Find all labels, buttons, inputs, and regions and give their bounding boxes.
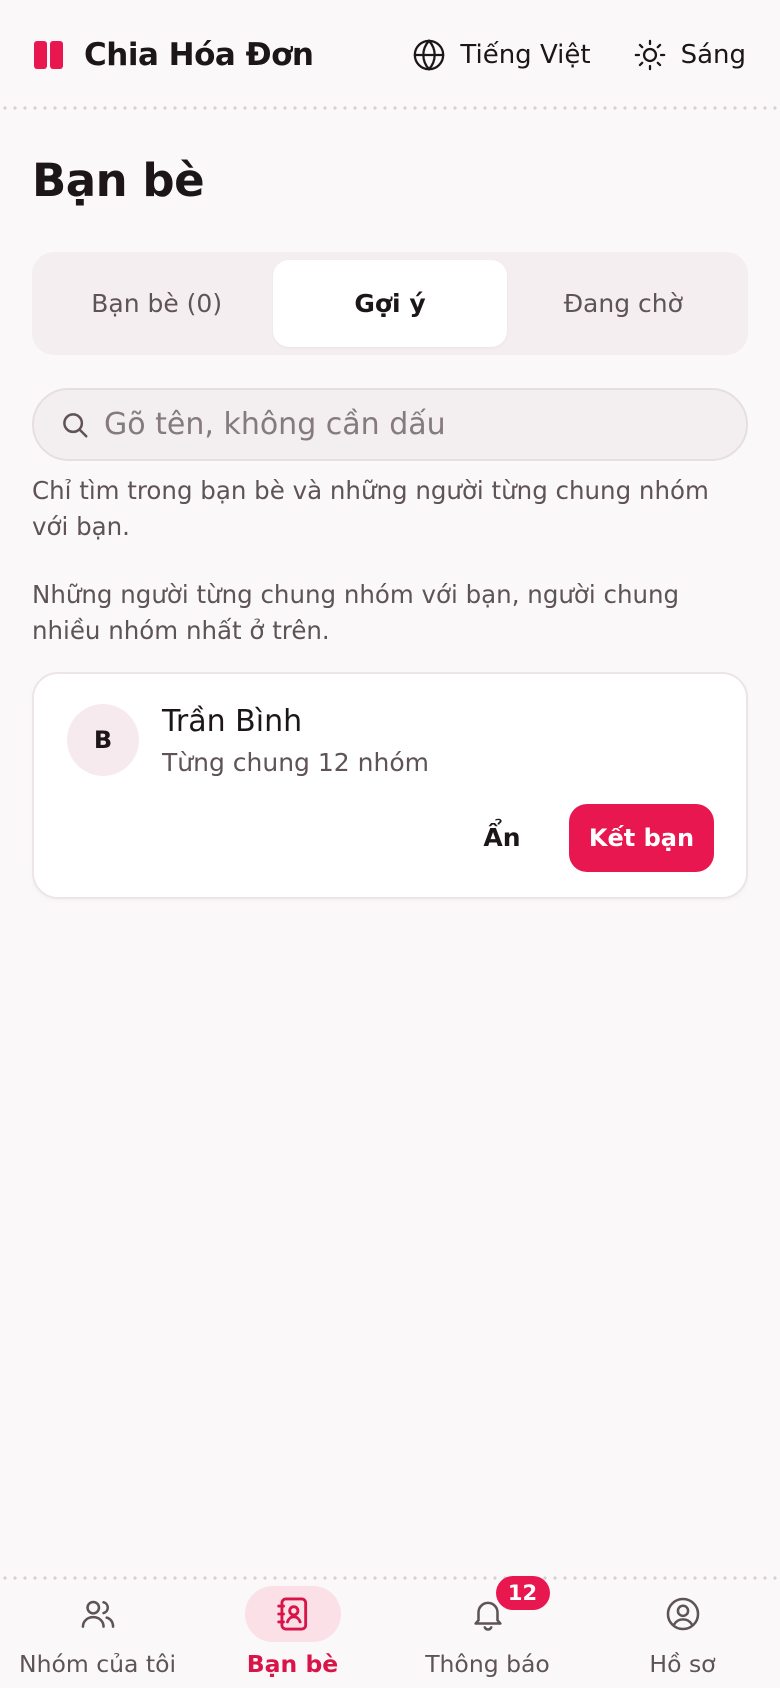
search-box (32, 388, 748, 461)
friends-page: Chia Hóa Đơn Tiếng Việt Sáng Bạn bè Bạn … (0, 0, 780, 1688)
notification-count-badge: 12 (495, 1576, 550, 1610)
nav-label: Thông báo (425, 1650, 550, 1678)
language-button[interactable]: Tiếng Việt (412, 38, 591, 72)
tab-pending[interactable]: Đang chờ (507, 260, 740, 347)
nav-item-my-groups[interactable]: Nhóm của tôi (0, 1586, 195, 1686)
search-hint: Chỉ tìm trong bạn bè và những người từng… (32, 476, 709, 541)
search-input[interactable] (104, 407, 720, 442)
app-header: Chia Hóa Đơn Tiếng Việt Sáng (0, 0, 780, 110)
brand[interactable]: Chia Hóa Đơn (34, 37, 314, 73)
nav-icon-wrap: 12 (440, 1576, 550, 1642)
globe-icon (414, 39, 445, 71)
avatar: B (67, 704, 139, 776)
sun-icon (634, 39, 665, 71)
language-label: Tiếng Việt (460, 40, 591, 70)
nav-label: Hồ sơ (649, 1650, 716, 1678)
theme-toggle[interactable]: Sáng (633, 38, 746, 72)
person-name: Trần Bình (162, 704, 303, 739)
shared-groups-count: Từng chung 12 nhóm (162, 748, 429, 777)
tab-friends[interactable]: Bạn bè (0) (40, 260, 273, 347)
nav-item-profile[interactable]: Hồ sơ (585, 1586, 780, 1686)
header-actions: Tiếng Việt Sáng (412, 38, 746, 72)
nav-item-friends[interactable]: Bạn bè (195, 1586, 390, 1686)
add-friend-button[interactable]: Kết bạn (569, 804, 714, 872)
suggestion-card: B Trần Bình Từng chung 12 nhóm Ẩn Kết bạ… (32, 672, 748, 899)
users-icon (81, 1600, 114, 1628)
app-name: Chia Hóa Đơn (84, 37, 314, 73)
friends-tabs: Bạn bè (0) Gợi ý Đang chờ (32, 252, 748, 355)
page-title: Bạn bè (32, 154, 205, 207)
nav-item-notifications[interactable]: 12 Thông báo (390, 1576, 585, 1686)
contact-book-icon (276, 1597, 307, 1631)
suggestions-description: Những người từng chung nhóm với bạn, ngư… (32, 580, 680, 645)
app-logo-icon (34, 41, 64, 69)
nav-icon-wrap (244, 1586, 341, 1642)
tab-suggestions[interactable]: Gợi ý (273, 260, 507, 347)
nav-label: Bạn bè (246, 1650, 339, 1678)
nav-icon-wrap (50, 1586, 146, 1642)
hide-button[interactable]: Ẩn (452, 804, 552, 870)
nav-label: Nhóm của tôi (18, 1650, 177, 1678)
user-circle-icon (666, 1597, 699, 1631)
bottom-nav: Nhóm của tôi Bạn bè 12 Thông báo Hồ sơ (0, 1576, 780, 1688)
search-icon (63, 412, 88, 437)
theme-label: Sáng (680, 40, 746, 70)
nav-icon-wrap (635, 1586, 731, 1642)
